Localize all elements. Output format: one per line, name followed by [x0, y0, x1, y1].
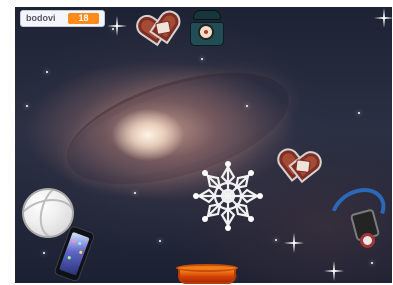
- star-icon: [26, 105, 28, 107]
- score-value: 18: [68, 13, 99, 24]
- app-icon: [77, 241, 82, 246]
- heart-frosting: [155, 20, 172, 36]
- phone-dial: [198, 24, 214, 40]
- star-icon: [284, 233, 304, 253]
- heart-frosting: [295, 159, 311, 173]
- gingerbread-heart-icon[interactable]: [142, 8, 181, 46]
- star-icon: [43, 252, 45, 254]
- probe-wheel: [360, 233, 375, 248]
- star-icon: [374, 8, 392, 28]
- star-icon: [371, 262, 373, 264]
- app-icon: [72, 239, 77, 244]
- star-icon: [246, 105, 248, 107]
- phone-handset: [193, 10, 221, 20]
- star-icon: [159, 240, 161, 242]
- lace-snowflake-icon[interactable]: [192, 160, 264, 232]
- score-monitor: bodovi 18: [20, 10, 105, 27]
- star-icon: [358, 112, 360, 114]
- galaxy-background: [54, 50, 302, 207]
- orange-basket-icon[interactable]: [176, 264, 238, 284]
- star-icon: [46, 71, 48, 73]
- rotary-phone-icon[interactable]: [187, 10, 225, 46]
- app-icon: [67, 255, 72, 260]
- space-probe-icon[interactable]: [321, 178, 393, 252]
- score-label: bodovi: [26, 13, 56, 23]
- volleyball-icon[interactable]: [22, 188, 74, 238]
- gingerbread-heart-icon[interactable]: [283, 147, 321, 183]
- basket-rim: [176, 264, 238, 272]
- star-icon: [275, 239, 277, 241]
- star-icon: [201, 58, 203, 60]
- star-icon: [324, 261, 344, 281]
- star-icon: [134, 192, 136, 194]
- app-icon: [78, 250, 83, 255]
- star-icon: [107, 16, 127, 36]
